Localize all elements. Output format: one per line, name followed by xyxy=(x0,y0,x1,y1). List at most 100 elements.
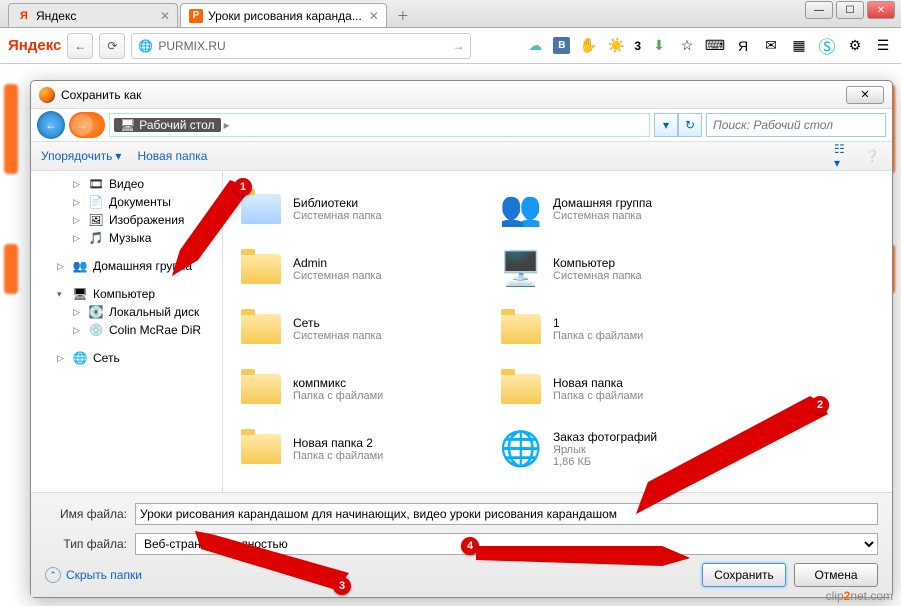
expand-icon[interactable]: ▷ xyxy=(73,197,83,208)
item-name: Заказ фотографий xyxy=(553,430,657,444)
cloud-download-icon[interactable]: ☁ xyxy=(525,36,545,56)
item-icon xyxy=(237,245,285,293)
star-icon[interactable]: ☆ xyxy=(677,36,697,56)
tree-item[interactable]: ▷📄Документы xyxy=(33,193,220,211)
dialog-close-button[interactable]: ✕ xyxy=(846,86,884,104)
save-button[interactable]: Сохранить xyxy=(702,563,786,587)
nav-forward-button[interactable]: → xyxy=(71,114,93,136)
expand-icon[interactable]: ▷ xyxy=(57,261,67,272)
refresh-icon[interactable]: ↻ xyxy=(678,113,702,137)
organize-button[interactable]: Упорядочить ▾ xyxy=(41,149,121,163)
list-item[interactable]: 🌐Заказ фотографийЯрлык1,86 КБ xyxy=(491,419,751,479)
tree-item[interactable]: ▷🎞Видео xyxy=(33,175,220,193)
folder-tree[interactable]: ▷🎞Видео▷📄Документы▷🖼Изображения▷🎵Музыка▷… xyxy=(31,171,223,492)
expand-icon[interactable]: ▷ xyxy=(73,179,83,190)
translate-icon[interactable]: Я xyxy=(733,36,753,56)
list-item[interactable]: 1Папка с файлами xyxy=(491,299,751,359)
keyboard-icon[interactable]: ⌨ xyxy=(705,36,725,56)
tab-purmix[interactable]: Р Уроки рисования каранда... ✕ xyxy=(180,3,387,27)
close-icon[interactable]: ✕ xyxy=(158,9,172,23)
tree-item[interactable]: ▷🖼Изображения xyxy=(33,211,220,229)
nav-back-button[interactable]: ← xyxy=(37,111,65,139)
help-icon[interactable]: ❔ xyxy=(862,146,882,166)
list-item[interactable]: СетьСистемная папка xyxy=(231,299,491,359)
watermark: clip2net.com xyxy=(826,589,893,603)
yandex-logo: Яндекс xyxy=(8,37,61,54)
download-icon[interactable]: ⬇ xyxy=(649,36,669,56)
tab-yandex[interactable]: Я Яндекс ✕ xyxy=(8,3,178,27)
close-icon[interactable]: ✕ xyxy=(367,9,381,23)
search-input[interactable] xyxy=(713,114,879,136)
apps-icon[interactable]: ▦ xyxy=(789,36,809,56)
list-item[interactable]: компмиксПапка с файлами xyxy=(231,359,491,419)
list-item[interactable]: 👥Домашняя группаСистемная папка xyxy=(491,179,751,239)
list-item[interactable]: БиблиотекиСистемная папка xyxy=(231,179,491,239)
item-sub: Ярлык xyxy=(553,444,657,456)
tree-item[interactable]: ▷🌐Сеть xyxy=(33,349,220,367)
expand-icon[interactable]: ▷ xyxy=(73,215,83,226)
vk-icon[interactable]: B xyxy=(553,37,570,54)
annotation-4: 4 xyxy=(461,537,479,555)
new-tab-button[interactable]: ＋ xyxy=(393,5,413,25)
dialog-titlebar: Сохранить как ✕ xyxy=(31,81,892,109)
view-icon[interactable]: ☷ ▾ xyxy=(834,146,854,166)
reload-button[interactable]: ⟳ xyxy=(99,33,125,59)
annotation-3: 3 xyxy=(333,577,351,595)
item-name: Admin xyxy=(293,256,382,270)
list-item[interactable]: AdminСистемная папка xyxy=(231,239,491,299)
tree-item[interactable]: ▾🖥Компьютер xyxy=(33,285,220,303)
annotation-2: 2 xyxy=(811,396,829,414)
tree-item[interactable]: ▷ 👥 Домашняя группа xyxy=(33,257,220,275)
expand-icon[interactable]: ▷ xyxy=(73,325,83,336)
expand-icon[interactable]: ▷ xyxy=(57,353,67,364)
expand-icon[interactable]: ▾ xyxy=(57,289,67,300)
menu-icon[interactable]: ☰ xyxy=(873,36,893,56)
expand-icon[interactable]: ▷ xyxy=(73,307,83,318)
list-item[interactable]: Новая папкаПапка с файлами xyxy=(491,359,751,419)
item-icon: 👥 xyxy=(497,185,545,233)
tree-label: Домашняя группа xyxy=(93,259,192,273)
url-box[interactable]: 🌐 → xyxy=(131,33,471,59)
hide-folders-button[interactable]: ⌃ Скрыть папки xyxy=(45,567,142,583)
gear-icon[interactable]: ⚙ xyxy=(845,36,865,56)
search-box[interactable] xyxy=(706,113,886,137)
tree-label: Музыка xyxy=(109,231,151,245)
list-item[interactable]: Новая папка 2Папка с файлами xyxy=(231,419,491,479)
cancel-button[interactable]: Отмена xyxy=(794,563,878,587)
dialog-title: Сохранить как xyxy=(61,88,141,102)
tree-item[interactable]: ▷💽Локальный диск xyxy=(33,303,220,321)
filetype-select[interactable]: Веб-страница, полностью xyxy=(135,533,878,555)
weather-temp: 3 xyxy=(634,39,641,53)
favicon-yandex: Я xyxy=(17,9,31,23)
chevron-right-icon[interactable]: ▸ xyxy=(221,118,233,132)
close-button[interactable]: ✕ xyxy=(867,1,895,19)
expand-icon[interactable]: ▷ xyxy=(73,233,83,244)
back-button[interactable]: ← xyxy=(67,33,93,59)
file-list[interactable]: БиблиотекиСистемная папка👥Домашняя групп… xyxy=(223,171,892,492)
item-name: Новая папка 2 xyxy=(293,436,383,450)
item-name: Новая папка xyxy=(553,376,643,390)
item-sub: Папка с файлами xyxy=(553,390,643,402)
new-folder-button[interactable]: Новая папка xyxy=(137,149,207,163)
tree-label: Документы xyxy=(109,195,171,209)
item-name: компмикс xyxy=(293,376,383,390)
tree-item[interactable]: ▷🎵Музыка xyxy=(33,229,220,247)
folder-icon: 💿 xyxy=(88,323,104,337)
mail-icon[interactable]: ✉ xyxy=(761,36,781,56)
folder-icon: 👥 xyxy=(72,259,88,273)
item-name: 1 xyxy=(553,316,643,330)
filename-input[interactable] xyxy=(135,503,878,525)
minimize-button[interactable]: — xyxy=(805,1,833,19)
skype-icon[interactable]: Ⓢ xyxy=(817,36,837,56)
item-name: Сеть xyxy=(293,316,382,330)
chevron-down-icon[interactable]: ▾ xyxy=(654,113,678,137)
item-sub: Системная папка xyxy=(293,210,382,222)
item-sub: Папка с файлами xyxy=(293,450,383,462)
maximize-button[interactable]: ☐ xyxy=(836,1,864,19)
go-icon[interactable]: → xyxy=(452,39,464,53)
hand-icon[interactable]: ✋ xyxy=(578,36,598,56)
tree-item[interactable]: ▷💿Colin McRae DiR xyxy=(33,321,220,339)
breadcrumb[interactable]: 🖥Рабочий стол ▸ xyxy=(109,113,650,137)
list-item[interactable]: 🖥️КомпьютерСистемная папка xyxy=(491,239,751,299)
url-input[interactable] xyxy=(158,39,447,53)
